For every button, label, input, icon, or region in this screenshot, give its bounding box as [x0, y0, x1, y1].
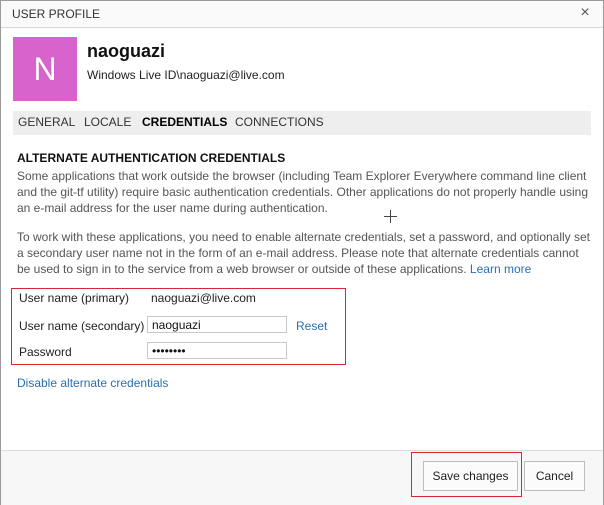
- password-input[interactable]: [147, 342, 287, 359]
- tab-credentials[interactable]: CREDENTIALS: [142, 115, 227, 129]
- tab-general[interactable]: GENERAL: [18, 115, 75, 129]
- password-label: Password: [19, 345, 72, 359]
- tab-connections[interactable]: CONNECTIONS: [235, 115, 324, 129]
- close-icon[interactable]: ×: [577, 5, 593, 21]
- user-account-id: Windows Live ID\naoguazi@live.com: [87, 68, 285, 82]
- save-changes-button[interactable]: Save changes: [423, 461, 518, 491]
- user-display-name: naoguazi: [87, 41, 166, 61]
- reset-link[interactable]: Reset: [296, 319, 327, 333]
- learn-more-link[interactable]: Learn more: [470, 262, 531, 276]
- description-paragraph-1: Some applications that work outside the …: [17, 169, 589, 215]
- description-paragraph-2: To work with these applications, you nee…: [17, 229, 591, 277]
- cursor-crosshair-icon: [384, 210, 397, 223]
- user-profile-dialog: USER PROFILE × N naoguazi Windows Live I…: [0, 0, 604, 505]
- avatar: N: [13, 37, 77, 101]
- tab-bar: GENERAL LOCALE CREDENTIALS CONNECTIONS: [13, 111, 591, 135]
- secondary-username-input[interactable]: [147, 316, 287, 333]
- cancel-button[interactable]: Cancel: [524, 461, 585, 491]
- disable-credentials-link[interactable]: Disable alternate credentials: [17, 376, 168, 390]
- dialog-title: USER PROFILE: [12, 7, 101, 21]
- title-bar: USER PROFILE ×: [1, 1, 603, 28]
- avatar-initial: N: [33, 51, 57, 87]
- tab-locale[interactable]: LOCALE: [84, 115, 131, 129]
- secondary-username-label: User name (secondary): [19, 319, 145, 333]
- section-heading: ALTERNATE AUTHENTICATION CREDENTIALS: [17, 151, 286, 165]
- primary-username-value: naoguazi@live.com: [151, 291, 256, 305]
- primary-username-label: User name (primary): [19, 291, 130, 305]
